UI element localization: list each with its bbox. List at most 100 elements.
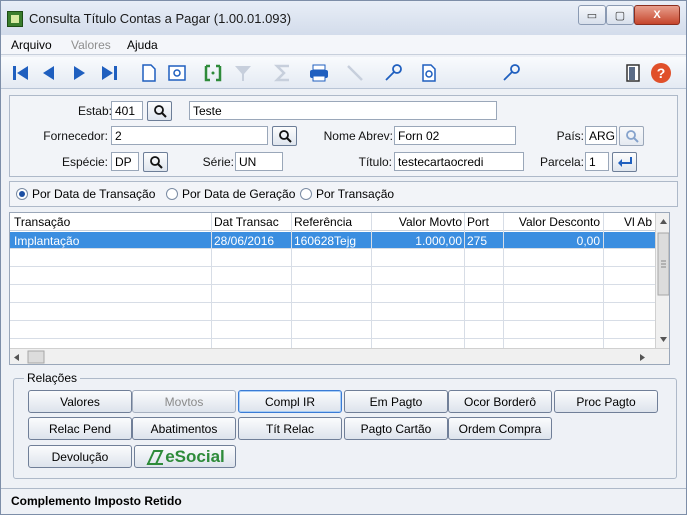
goto-icon[interactable] (201, 61, 225, 85)
devolucao-button[interactable]: Devolução (28, 445, 132, 468)
close-button[interactable]: X (634, 5, 680, 25)
col-port[interactable]: Port (467, 215, 501, 229)
radio-dot (300, 188, 312, 200)
compl-ir-button[interactable]: Compl IR (238, 390, 342, 413)
cell-dat-transac: 28/06/2016 (214, 234, 275, 248)
table-row-empty[interactable] (10, 250, 655, 267)
pais-search-button[interactable] (619, 126, 644, 146)
table-row-empty[interactable] (10, 304, 655, 321)
radio-data-transacao[interactable]: Por Data de Transação (16, 187, 155, 201)
parcela-label: Parcela: (539, 155, 584, 169)
radio-transacao[interactable]: Por Transação (300, 187, 394, 201)
col-transacao[interactable]: Transação (14, 215, 210, 229)
menu-arquivo[interactable]: Arquivo (11, 38, 52, 52)
last-record-icon[interactable] (97, 61, 121, 85)
access-key-icon[interactable] (499, 61, 523, 85)
serie-label: Série: (202, 155, 234, 169)
maximize-button[interactable]: ▢ (606, 5, 634, 25)
preview-icon[interactable] (165, 61, 189, 85)
exit-door-icon[interactable] (621, 61, 645, 85)
menu-valores[interactable]: Valores (71, 38, 111, 52)
col-divider (603, 213, 604, 348)
radio-dot (166, 188, 178, 200)
col-vl-ab[interactable]: Vl Ab (608, 215, 652, 229)
horizontal-scrollbar[interactable] (10, 348, 669, 364)
estab-code-field[interactable]: 401 (111, 101, 143, 120)
ocor-bordero-button[interactable]: Ocor Borderô (448, 390, 552, 413)
proc-pagto-button[interactable]: Proc Pagto (554, 390, 658, 413)
status-text: Complemento Imposto Retido (11, 494, 182, 508)
titulo-label: Título: (358, 155, 392, 169)
estab-label: Estab: (77, 104, 112, 118)
movtos-button[interactable]: Movtos (132, 390, 236, 413)
previous-record-icon[interactable] (37, 61, 61, 85)
window-controls: ▭ ▢ X (578, 5, 680, 25)
em-pagto-button[interactable]: Em Pagto (344, 390, 448, 413)
new-document-icon[interactable] (137, 61, 161, 85)
col-dat-transac[interactable]: Dat Transac (214, 215, 290, 229)
col-divider (211, 213, 212, 348)
menu-ajuda[interactable]: Ajuda (127, 38, 158, 52)
parcela-field[interactable]: 1 (585, 152, 609, 171)
esocial-logo-icon (146, 449, 164, 465)
especie-field[interactable]: DP (111, 152, 139, 171)
document-search-icon[interactable] (417, 61, 441, 85)
key-icon[interactable] (381, 61, 405, 85)
radio-data-geracao[interactable]: Por Data de Geração (166, 187, 295, 201)
titulo-field[interactable]: testecartaocredi (394, 152, 524, 171)
title-bar[interactable]: Consulta Título Contas a Pagar (1.00.01.… (1, 1, 686, 35)
col-valor-desconto[interactable]: Valor Desconto (506, 215, 600, 229)
vertical-scrollbar[interactable] (655, 213, 669, 348)
especie-label: Espécie: (61, 155, 108, 169)
magnifier-icon (153, 105, 167, 118)
cell-referencia: 160628Tejg (294, 234, 357, 248)
table-row-empty[interactable] (10, 286, 655, 303)
pais-label: País: (556, 129, 584, 143)
abatimentos-button[interactable]: Abatimentos (132, 417, 236, 440)
transactions-grid[interactable]: Transação Dat Transac Referência Valor M… (9, 212, 670, 365)
main-window: Consulta Título Contas a Pagar (1.00.01.… (0, 0, 687, 515)
table-row[interactable]: Implantação 28/06/2016 160628Tejg 1.000,… (10, 232, 655, 249)
grid-header: Transação Dat Transac Referência Valor M… (10, 213, 655, 231)
col-referencia[interactable]: Referência (294, 215, 370, 229)
ordem-compra-button[interactable]: Ordem Compra (448, 417, 552, 440)
esocial-button[interactable]: eSocial (134, 445, 236, 468)
link-icon (343, 61, 367, 85)
fornecedor-label: Fornecedor: (43, 129, 108, 143)
fornecedor-search-button[interactable] (272, 126, 297, 146)
help-icon[interactable]: ? (649, 61, 673, 85)
menu-bar: Arquivo Valores Ajuda (1, 35, 686, 55)
print-icon[interactable] (307, 61, 331, 85)
fornecedor-field[interactable]: 2 (111, 126, 268, 145)
nome-abrev-field[interactable]: Forn 02 (394, 126, 516, 145)
cell-port: 275 (467, 234, 488, 248)
filter-panel: Estab: 401 Teste Fornecedor: 2 Nome Abre… (9, 95, 678, 177)
relac-pend-button[interactable]: Relac Pend (28, 417, 132, 440)
enter-button[interactable] (612, 152, 637, 172)
table-row-empty[interactable] (10, 268, 655, 285)
filter-icon (231, 61, 255, 85)
col-valor-movto[interactable]: Valor Movto (374, 215, 462, 229)
estab-search-button[interactable] (147, 101, 172, 121)
magnifier-icon (278, 130, 292, 143)
esocial-label: eSocial (165, 446, 225, 466)
nome-abrev-label: Nome Abrev: (323, 129, 393, 143)
minimize-button[interactable]: ▭ (578, 5, 606, 25)
serie-field[interactable]: UN (235, 152, 283, 171)
first-record-icon[interactable] (9, 61, 33, 85)
tit-relac-button[interactable]: Tít Relac (238, 417, 342, 440)
magnifier-icon (625, 130, 639, 143)
valores-button[interactable]: Valores (28, 390, 132, 413)
pagto-cartao-button[interactable]: Pagto Cartão (344, 417, 448, 440)
col-divider (503, 213, 504, 348)
cell-valor-desconto: 0,00 (576, 234, 600, 248)
estab-name-field[interactable]: Teste (189, 101, 497, 120)
col-divider (371, 213, 372, 348)
radio-dot (16, 188, 28, 200)
status-bar: Complemento Imposto Retido (1, 488, 686, 514)
pais-field[interactable]: ARG (585, 126, 617, 145)
table-row-empty[interactable] (10, 322, 655, 339)
next-record-icon[interactable] (67, 61, 91, 85)
especie-search-button[interactable] (143, 152, 168, 172)
relacoes-group: Relações Valores Movtos Compl IR Em Pagt… (13, 371, 677, 479)
